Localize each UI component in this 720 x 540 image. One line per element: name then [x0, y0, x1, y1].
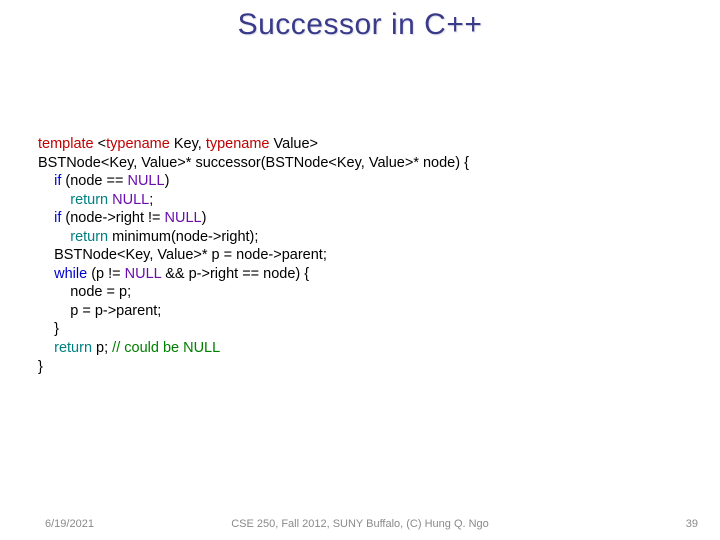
code-block: template <typename Key, typename Value> …: [38, 135, 469, 376]
footer-course: CSE 250, Fall 2012, SUNY Buffalo, (C) Hu…: [0, 518, 720, 530]
kw-null: NULL: [125, 266, 162, 282]
code-line: BSTNode<Key, Value>* p = node->parent;: [38, 247, 327, 263]
kw-typename: typename: [206, 136, 270, 152]
code-line: }: [38, 359, 43, 375]
footer-page: 39: [686, 518, 698, 530]
comment: // could be NULL: [112, 340, 220, 356]
kw-null: NULL: [112, 192, 149, 208]
kw-while: while: [54, 266, 87, 282]
code-line: BSTNode<Key, Value>* successor(BSTNode<K…: [38, 155, 469, 171]
kw-typename: typename: [106, 136, 170, 152]
code-line: node = p;: [38, 284, 131, 300]
kw-template: template: [38, 136, 94, 152]
kw-null: NULL: [127, 173, 164, 189]
kw-return: return: [70, 229, 108, 245]
kw-return: return: [54, 340, 92, 356]
kw-null: NULL: [165, 210, 202, 226]
code-line: p = p->parent;: [38, 303, 161, 319]
slide-title: Successor in C++: [0, 0, 720, 42]
kw-return: return: [70, 192, 108, 208]
code-line: }: [38, 321, 59, 337]
